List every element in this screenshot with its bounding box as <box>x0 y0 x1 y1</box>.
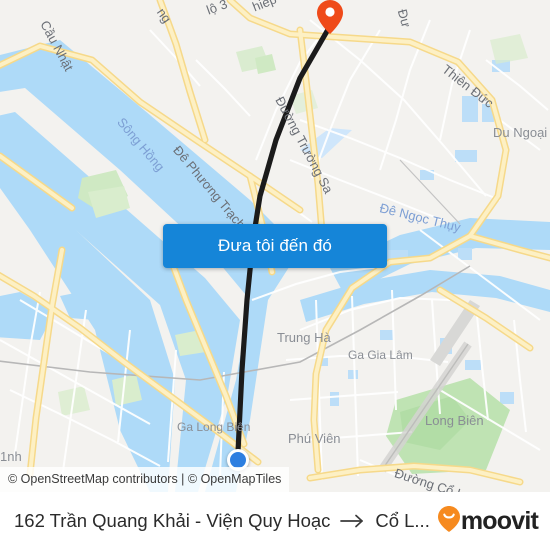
take-me-there-button[interactable]: Đưa tôi đến đó <box>163 224 387 268</box>
map-canvas[interactable]: Cầu Nhật ng lộ 3 hiếp Đư Thiên Đức Sông Hồng Đê… <box>0 0 550 492</box>
arrow-right-icon <box>340 512 366 530</box>
trip-origin-label: 162 Trần Quang Khải - Viện Quy Hoạch Thủ… <box>14 510 331 531</box>
trip-endpoints[interactable]: 162 Trần Quang Khải - Viện Quy Hoạch Thủ… <box>14 510 430 532</box>
moovit-logo[interactable]: moovit <box>437 505 539 537</box>
moovit-pin-smile-icon <box>437 505 460 537</box>
trip-destination-label: Cổ L... <box>375 510 430 531</box>
moovit-trip-screen: Cầu Nhật ng lộ 3 hiếp Đư Thiên Đức Sông Hồng Đê… <box>0 0 550 550</box>
trip-summary-bar: 162 Trần Quang Khải - Viện Quy Hoạch Thủ… <box>0 492 550 550</box>
origin-pin[interactable] <box>317 0 343 34</box>
moovit-wordmark: moovit <box>460 506 539 535</box>
map-attribution[interactable]: © OpenStreetMap contributors | © OpenMap… <box>0 467 290 492</box>
